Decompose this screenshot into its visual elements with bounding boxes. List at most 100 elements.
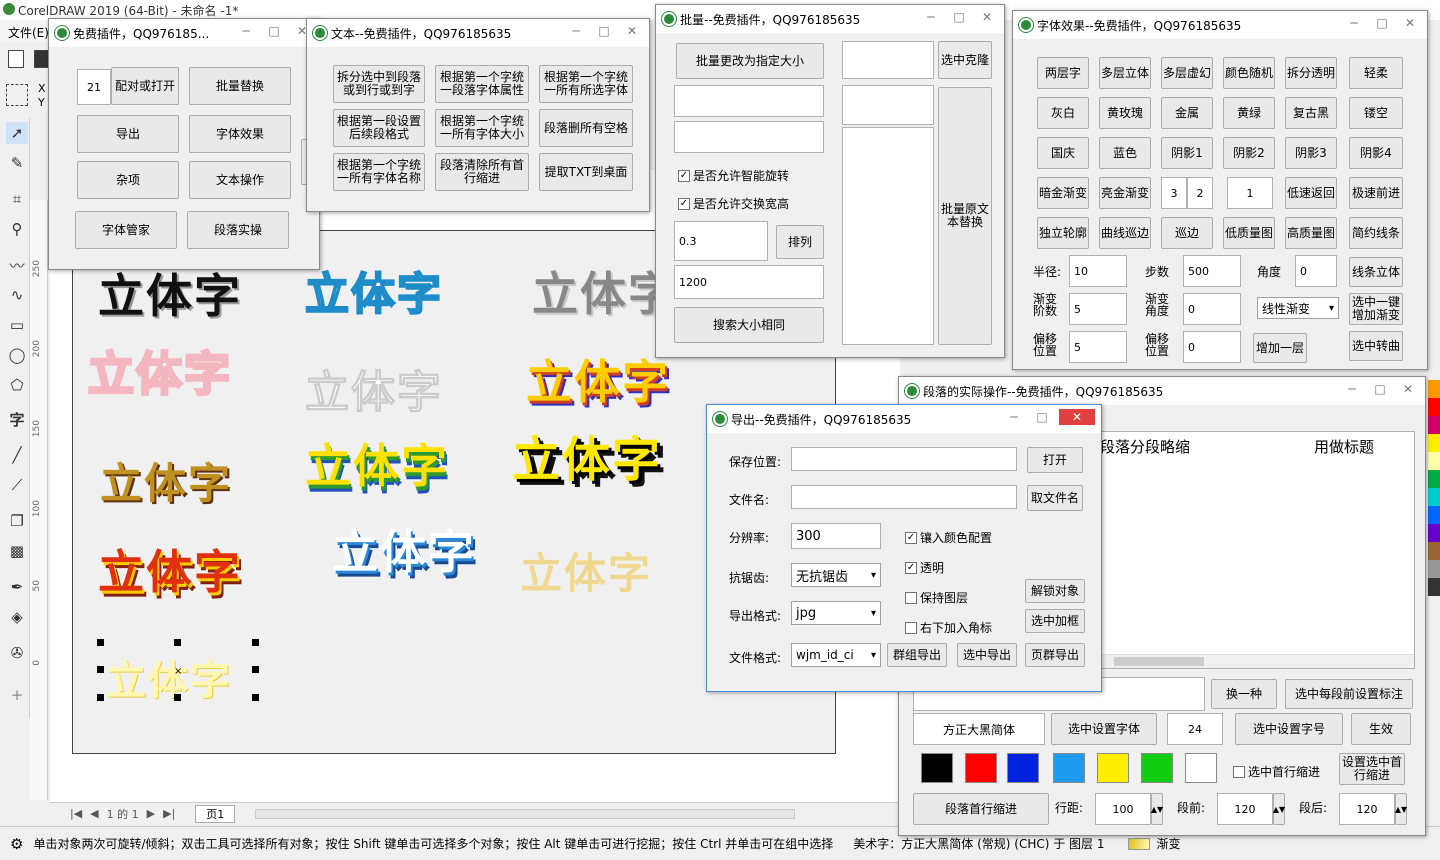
embed-color-profile-checkbox[interactable]: ✓ 镶入颜色配置 — [905, 529, 992, 546]
text-plugin-titlebar[interactable]: 文本--免费插件，QQ976185635 ─ □ ✕ — [307, 19, 649, 47]
maximize-icon[interactable]: □ — [1031, 409, 1053, 425]
art-text-blue-outline[interactable]: 立体字 — [304, 258, 443, 322]
set-mark-button[interactable]: 选中每段前设置标注 — [1285, 679, 1413, 709]
batch-resize-button[interactable]: 批量更改为指定大小 — [676, 43, 824, 79]
prev-page-icon[interactable]: ◀ — [90, 807, 98, 820]
page-tab[interactable]: 页1 — [195, 804, 236, 823]
batch-text-replace-button[interactable]: 批量原文本替换 — [938, 87, 992, 345]
set-size-button[interactable]: 选中设置字号 — [1235, 713, 1343, 745]
maximize-icon[interactable]: □ — [1371, 15, 1393, 31]
artistic-media-icon[interactable]: ∿ — [6, 284, 28, 306]
batch-field-a[interactable] — [842, 41, 934, 79]
gradient-steps-field[interactable]: 5 — [1069, 293, 1127, 325]
font-manager-button[interactable]: 字体管家 — [75, 211, 177, 249]
close-icon[interactable]: ✕ — [1059, 409, 1095, 425]
batch-size-field[interactable]: 1200 — [674, 265, 824, 299]
convert-to-curve-button[interactable]: 选中转曲 — [1349, 331, 1403, 361]
connector-tool-icon[interactable]: ⟋ — [6, 474, 28, 496]
art-text-sky-blue[interactable]: 立体字 — [332, 516, 476, 582]
rectangle-tool-icon[interactable]: ▭ — [6, 314, 28, 336]
effect-shadow1-button[interactable]: 阴影1 — [1161, 137, 1213, 169]
effect-random-color-button[interactable]: 颜色随机 — [1223, 57, 1275, 89]
color-yellow-swatch[interactable] — [1097, 753, 1129, 783]
free-value-field[interactable]: 21 — [77, 69, 111, 105]
offset2-field[interactable]: 0 — [1183, 331, 1241, 363]
color-black-swatch[interactable] — [921, 753, 953, 783]
parallel-dimension-icon[interactable]: ╱ — [6, 444, 28, 466]
select-clone-button[interactable]: 选中克隆 — [938, 41, 992, 79]
selected-export-button[interactable]: 选中导出 — [957, 643, 1017, 667]
art-text-brown-gold[interactable]: 立体字 — [100, 450, 232, 511]
effect-two-layer-button[interactable]: 两层字 — [1037, 57, 1089, 89]
maximize-icon[interactable]: □ — [1369, 381, 1391, 397]
fast-forward-button[interactable]: 极速前进 — [1349, 177, 1403, 209]
unify-para-attr-button[interactable]: 根据第一个字统一段落字体属性 — [435, 65, 529, 103]
art-text-yellow-green[interactable]: 立体字 — [305, 430, 449, 496]
export-button[interactable]: 导出 — [77, 115, 179, 153]
horizontal-scrollbar[interactable] — [255, 808, 796, 819]
effect-multi-3d-button[interactable]: 多层立体 — [1099, 57, 1151, 89]
gear-icon[interactable]: ⚙ — [10, 835, 23, 853]
one-key-gradient-button[interactable]: 选中一键增加渐变 — [1349, 293, 1403, 325]
corner-mark-checkbox[interactable]: 右下加入角标 — [905, 619, 992, 636]
effect-gray-white-button[interactable]: 灰白 — [1037, 97, 1089, 129]
batch-field-d[interactable] — [674, 121, 824, 153]
arrange-button[interactable]: 排列 — [776, 225, 824, 259]
smart-fill-icon[interactable]: ✇ — [6, 642, 28, 664]
file-format-select[interactable]: wjm_id_ci — [791, 643, 881, 667]
effect-shadow3-button[interactable]: 阴影3 — [1285, 137, 1337, 169]
save-location-field[interactable] — [791, 447, 1017, 471]
art-text-yellow-black[interactable]: 立体字 — [512, 420, 662, 490]
angle-field[interactable]: 0 — [1295, 255, 1337, 287]
space-before-spinner[interactable]: ▲▼ — [1273, 793, 1285, 825]
zoom-tool-icon[interactable]: ⚲ — [6, 218, 28, 240]
unify-font-name-button[interactable]: 根据第一个字统一所有字体名称 — [333, 153, 425, 191]
antialias-select[interactable]: 无抗锯齿 — [791, 563, 881, 587]
close-icon[interactable]: ✕ — [1397, 381, 1419, 397]
free-plugin-titlebar[interactable]: 免费插件，QQ976185... ─ □ ✕ — [49, 19, 319, 47]
minimize-icon[interactable]: ─ — [235, 23, 257, 39]
steps-field[interactable]: 500 — [1183, 255, 1241, 287]
minimize-icon[interactable]: ─ — [565, 23, 587, 39]
effect-dark-gold-button[interactable]: 暗金渐变 — [1037, 177, 1089, 209]
font-effect-titlebar[interactable]: 字体效果--免费插件，QQ976185635 ─ □ ✕ — [1013, 11, 1427, 39]
search-same-size-button[interactable]: 搜索大小相同 — [674, 307, 824, 343]
next-page-icon[interactable]: ▶ — [147, 807, 155, 820]
low-speed-return-button[interactable]: 低速返回 — [1285, 177, 1337, 209]
simple-lines-button[interactable]: 简约线条 — [1349, 217, 1403, 249]
ellipse-tool-icon[interactable]: ◯ — [6, 344, 28, 366]
effect-national-day-button[interactable]: 国庆 — [1037, 137, 1089, 169]
batch-plugin-titlebar[interactable]: 批量--免费插件，QQ976185635 ─ □ ✕ — [656, 5, 1004, 33]
color-palette[interactable] — [1428, 380, 1440, 780]
effect-shadow4-button[interactable]: 阴影4 — [1349, 137, 1403, 169]
color-red-swatch[interactable] — [965, 753, 997, 783]
minimize-icon[interactable]: ─ — [920, 9, 942, 25]
paragraph-practice-button[interactable]: 段落实操 — [187, 211, 289, 249]
color-skyblue-swatch[interactable] — [1053, 753, 1085, 783]
batch-field-c[interactable] — [842, 85, 934, 125]
pick-tool-icon[interactable]: ➚ — [6, 122, 28, 144]
effect-soft-button[interactable]: 轻柔 — [1349, 57, 1403, 89]
row4-value-3[interactable]: 1 — [1227, 177, 1273, 209]
smart-rotate-checkbox[interactable]: ✓ 是否允许智能旋转 — [678, 167, 789, 184]
effect-split-transparent-button[interactable]: 拆分透明 — [1285, 57, 1337, 89]
low-quality-button[interactable]: 低质量图 — [1223, 217, 1275, 249]
art-text-pink[interactable]: 立体字 — [87, 338, 232, 404]
independent-outline-button[interactable]: 独立轮廓 — [1037, 217, 1089, 249]
color-white-swatch[interactable] — [1185, 753, 1217, 783]
transparent-checkbox[interactable]: ✓ 透明 — [905, 559, 944, 576]
effect-yellow-green-button[interactable]: 黄绿 — [1223, 97, 1275, 129]
set-indent-button[interactable]: 设置选中首行缩进 — [1339, 753, 1405, 785]
high-quality-button[interactable]: 高质量图 — [1285, 217, 1337, 249]
batch-field-b[interactable] — [674, 85, 824, 117]
space-after-field[interactable]: 120 — [1339, 793, 1395, 825]
first-page-icon[interactable]: |◀ — [70, 807, 82, 820]
line-spacing-spinner[interactable]: ▲▼ — [1151, 793, 1163, 825]
page-group-export-button[interactable]: 页群导出 — [1025, 643, 1085, 667]
font-name-field[interactable]: 方正大黑简体 — [913, 713, 1045, 745]
freehand-tool-icon[interactable]: 〰 — [6, 254, 28, 276]
export-titlebar[interactable]: 导出--免费插件，QQ976185635 ─ □ ✕ — [707, 405, 1101, 433]
swap-wh-checkbox[interactable]: ✓ 是否允许交换宽高 — [678, 195, 789, 212]
offset-field[interactable]: 5 — [1069, 331, 1127, 363]
space-before-field[interactable]: 120 — [1217, 793, 1273, 825]
